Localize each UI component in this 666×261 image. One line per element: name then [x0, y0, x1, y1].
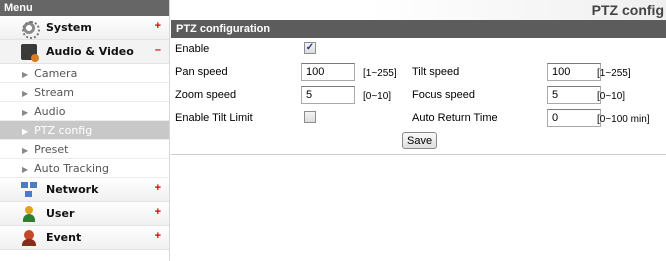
sidebar-item-label: PTZ config: [34, 124, 93, 137]
pan-speed-input[interactable]: [301, 63, 355, 81]
sidebar-category-label: User: [46, 207, 75, 220]
focus-speed-range: [0~10]: [597, 91, 626, 102]
sidebar-item-camera[interactable]: ▶ Camera: [0, 64, 169, 83]
pan-speed-range: [1~255]: [363, 68, 397, 79]
sidebar-item-label: Audio: [34, 105, 66, 118]
focus-speed-label: Focus speed: [412, 89, 475, 101]
focus-speed-input[interactable]: [547, 86, 601, 104]
tilt-speed-range: [1~255]: [597, 68, 631, 79]
arrow-right-icon: ▶: [22, 165, 29, 174]
page-title: PTZ config: [171, 0, 666, 20]
auto-return-time-range: [0~100 min]: [597, 114, 650, 125]
collapse-icon[interactable]: –: [155, 44, 161, 56]
auto-return-time-input[interactable]: [547, 109, 601, 127]
sidebar-category-system[interactable]: System +: [0, 16, 169, 40]
sidebar-category-label: Network: [46, 183, 99, 196]
arrow-right-icon: ▶: [22, 70, 29, 79]
arrow-right-icon: ▶: [22, 89, 29, 98]
enable-tilt-limit-label: Enable Tilt Limit: [175, 112, 253, 124]
main-content: PTZ config PTZ configuration Enable ✓ Pa…: [171, 0, 666, 261]
sidebar-item-label: Camera: [34, 67, 78, 80]
expand-icon[interactable]: +: [155, 230, 161, 242]
ptz-config-form: Enable ✓ Pan speed [1~255] Tilt speed [1…: [171, 38, 666, 155]
form-row-zoom-focus: Zoom speed [0~10] Focus speed [0~10]: [171, 84, 666, 107]
sidebar-category-label: System: [46, 21, 92, 34]
expand-icon[interactable]: +: [155, 20, 161, 32]
sidebar-category-audio-video[interactable]: Audio & Video –: [0, 40, 169, 64]
sidebar: Menu System + Audio & Video – ▶ Camera ▶ S…: [0, 0, 170, 261]
pan-speed-label: Pan speed: [175, 66, 228, 78]
arrow-right-icon: ▶: [22, 127, 29, 136]
form-row-enable: Enable ✓: [171, 38, 666, 61]
zoom-speed-input[interactable]: [301, 86, 355, 104]
zoom-speed-label: Zoom speed: [175, 89, 237, 101]
network-icon: [21, 181, 37, 198]
form-row-tilt-limit: Enable Tilt Limit Auto Return Time [0~10…: [171, 107, 666, 130]
sidebar-item-label: Stream: [34, 86, 74, 99]
tilt-speed-input[interactable]: [547, 63, 601, 81]
auto-return-time-label: Auto Return Time: [412, 112, 498, 124]
expand-icon[interactable]: +: [155, 182, 161, 194]
user-icon: [21, 205, 37, 222]
sidebar-item-ptz-config[interactable]: ▶ PTZ config: [0, 121, 169, 140]
sidebar-category-label: Audio & Video: [46, 45, 134, 58]
camera-icon: [21, 43, 39, 62]
event-icon: [21, 229, 37, 246]
form-row-speed: Pan speed [1~255] Tilt speed [1~255]: [171, 61, 666, 84]
enable-checkbox[interactable]: ✓: [304, 42, 316, 54]
sidebar-item-preset[interactable]: ▶ Preset: [0, 140, 169, 159]
expand-icon[interactable]: +: [155, 206, 161, 218]
sidebar-category-network[interactable]: Network +: [0, 178, 169, 202]
sidebar-item-stream[interactable]: ▶ Stream: [0, 83, 169, 102]
save-row: Save: [171, 130, 666, 154]
enable-tilt-limit-checkbox[interactable]: [304, 111, 316, 123]
sidebar-category-event[interactable]: Event +: [0, 226, 169, 250]
tilt-speed-label: Tilt speed: [412, 66, 460, 78]
sidebar-category-label: Event: [46, 231, 82, 244]
enable-label: Enable: [175, 43, 210, 55]
save-button[interactable]: Save: [402, 132, 438, 149]
arrow-right-icon: ▶: [22, 146, 29, 155]
arrow-right-icon: ▶: [22, 108, 29, 117]
sidebar-item-label: Auto Tracking: [34, 162, 109, 175]
sidebar-item-label: Preset: [34, 143, 69, 156]
section-header: PTZ configuration: [171, 20, 666, 38]
sidebar-item-audio[interactable]: ▶ Audio: [0, 102, 169, 121]
menu-header: Menu: [0, 0, 169, 16]
zoom-speed-range: [0~10]: [363, 91, 392, 102]
gear-icon: [21, 19, 40, 39]
sidebar-category-user[interactable]: User +: [0, 202, 169, 226]
sidebar-item-auto-tracking[interactable]: ▶ Auto Tracking: [0, 159, 169, 178]
